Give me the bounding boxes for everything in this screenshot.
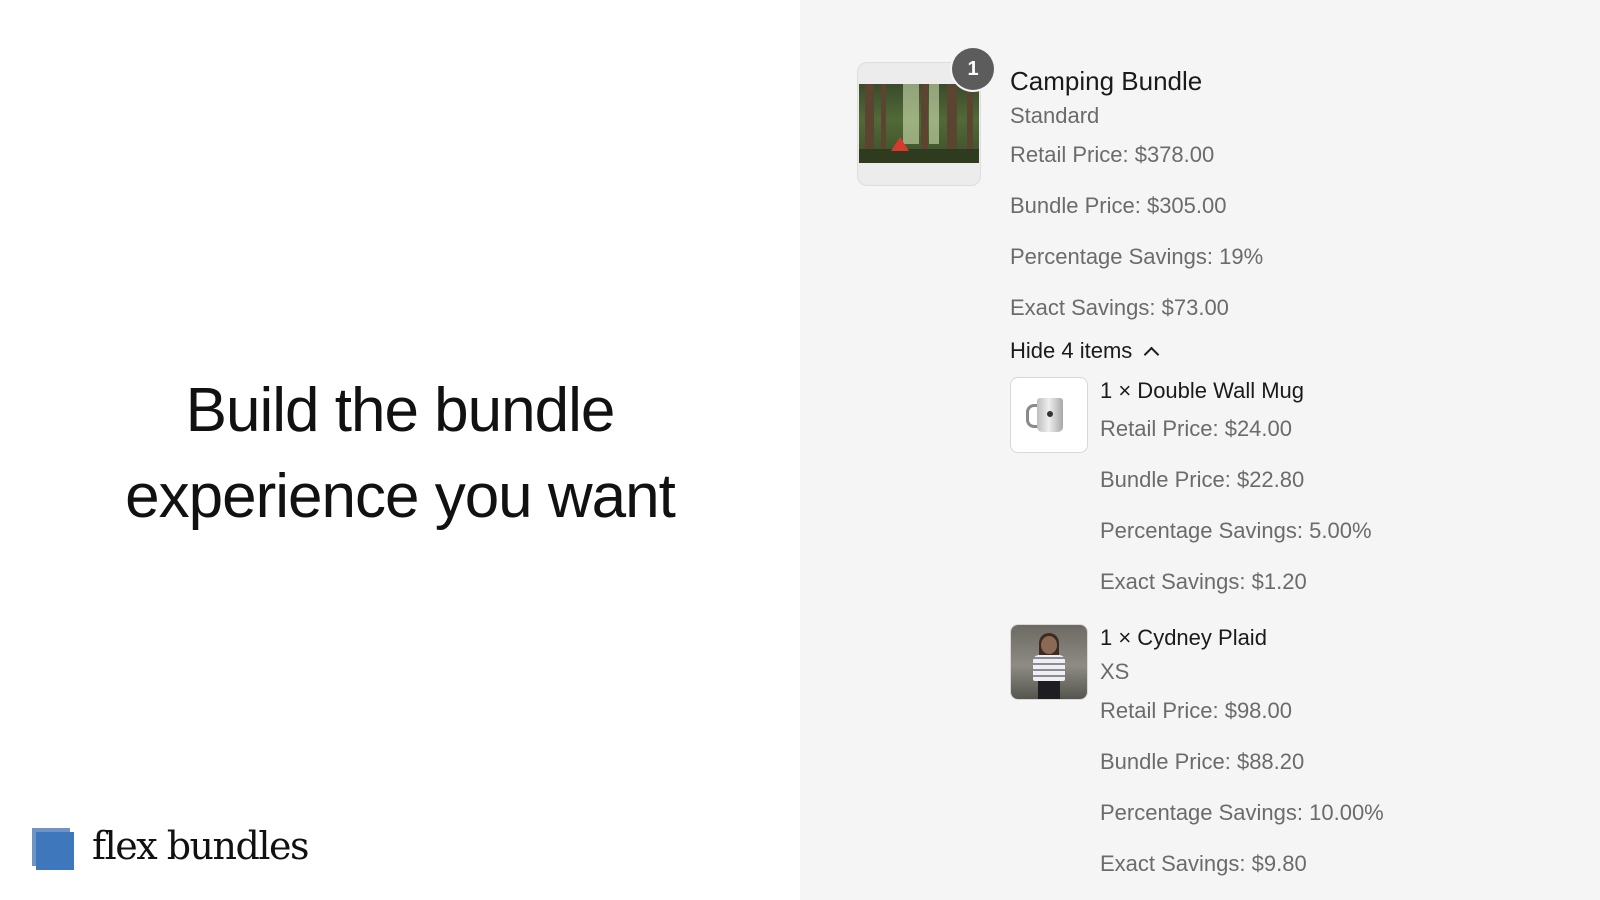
item-title: 1 × Cydney Plaid [1100, 625, 1267, 650]
forest-photo [859, 84, 979, 163]
chevron-up-icon [1144, 346, 1160, 362]
item-title: 1 × Double Wall Mug [1100, 378, 1305, 403]
hide-items-toggle[interactable]: Hide 4 items [1010, 337, 1160, 365]
hero-panel: Build the bundle experience you want fle… [0, 0, 800, 900]
brand-mark-icon [32, 828, 76, 872]
tent-icon [891, 137, 909, 151]
item-details: 1 × Double Wall Mug Retail Price: $24.00… [1100, 377, 1560, 619]
item-exact-savings: Exact Savings: $1.20 [1100, 569, 1307, 594]
bundle-bundle-price: Bundle Price: $305.00 [1010, 193, 1227, 218]
item-percentage-savings: Percentage Savings: 5.00% [1100, 518, 1372, 543]
headline-line-2: experience you want [125, 462, 676, 531]
bundle-variant: Standard [1010, 103, 1100, 128]
headline: Build the bundle experience you want [0, 368, 800, 540]
item-image [1010, 624, 1088, 700]
item-variant: XS [1100, 659, 1130, 684]
bundle-image: 1 [857, 48, 994, 186]
bundle-title: Camping Bundle [1010, 66, 1203, 96]
item-bundle-price: Bundle Price: $22.80 [1100, 467, 1305, 492]
item-retail-price: Retail Price: $98.00 [1100, 698, 1292, 723]
quantity-badge: 1 [952, 48, 994, 90]
bundle-retail-price: Retail Price: $378.00 [1010, 142, 1215, 167]
item-exact-savings: Exact Savings: $9.80 [1100, 851, 1307, 876]
cart-panel: 1 Camping Bundle Standard Retail Price: … [800, 0, 1600, 900]
item-details: 1 × Cydney Plaid XS Retail Price: $98.00… [1100, 624, 1560, 900]
item-bundle-price: Bundle Price: $88.20 [1100, 749, 1305, 774]
item-retail-price: Retail Price: $24.00 [1100, 416, 1292, 441]
headline-line-1: Build the bundle [185, 376, 616, 445]
item-percentage-savings: Percentage Savings: 10.00% [1100, 800, 1384, 825]
brand-name: flex bundles [92, 824, 309, 868]
bundle-percentage-savings: Percentage Savings: 19% [1010, 244, 1264, 269]
item-image [1010, 377, 1088, 453]
bundle-details: Camping Bundle Standard Retail Price: $3… [1010, 64, 1570, 365]
hide-items-label: Hide 4 items [1010, 338, 1133, 363]
